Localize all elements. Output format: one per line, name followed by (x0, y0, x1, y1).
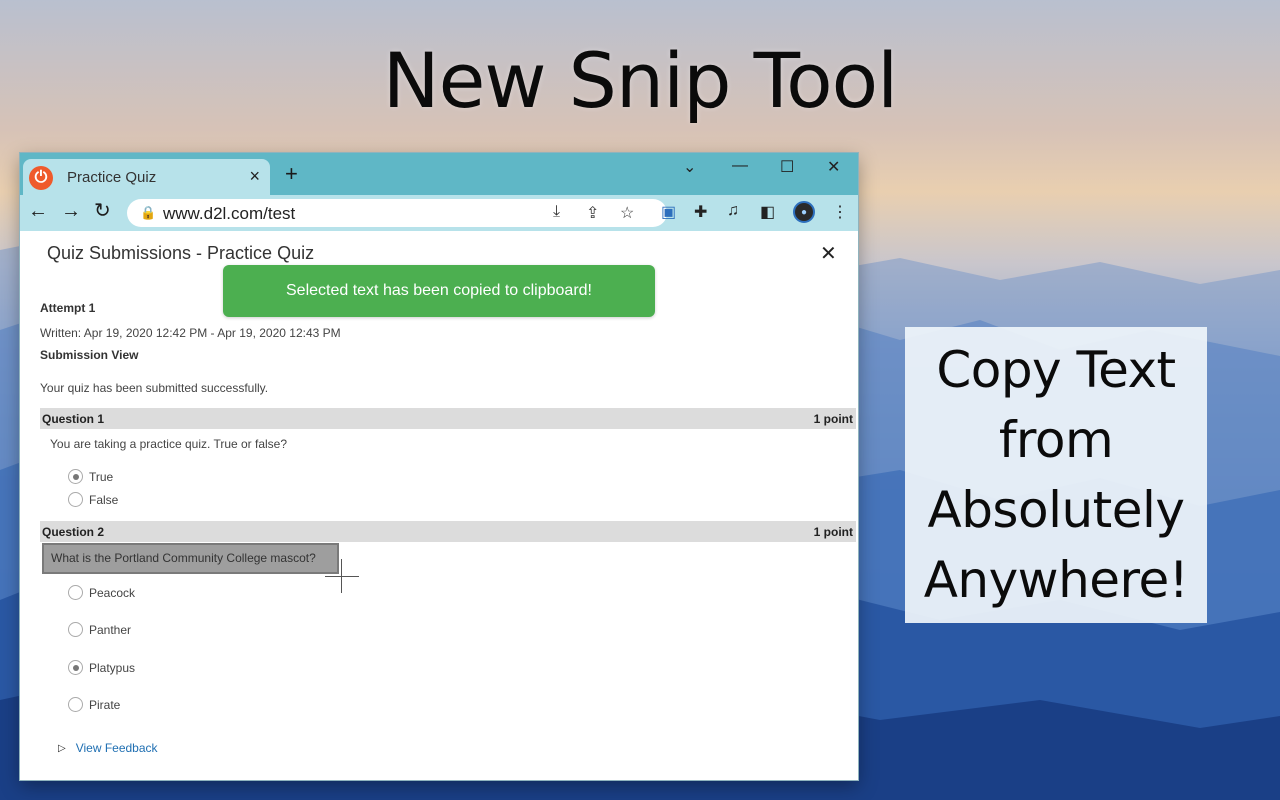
crosshair-cursor-vertical (341, 559, 342, 593)
snip-selected-question-2-text[interactable]: What is the Portland Community College m… (42, 543, 339, 574)
promo-line: Copy Text (936, 341, 1176, 399)
question-label: Question 1 (42, 412, 105, 426)
profile-icon[interactable]: ● (793, 201, 815, 223)
copied-toast: Selected text has been copied to clipboa… (223, 265, 655, 317)
written-date: Written: Apr 19, 2020 12:42 PM - Apr 19,… (40, 326, 341, 340)
url-text: www.d2l.com/test (163, 204, 296, 223)
translate-extension-icon[interactable]: ▣ (661, 202, 676, 222)
question-1-header: Question 1 1 point (40, 408, 856, 429)
share-icon[interactable]: ⇪ (586, 203, 599, 223)
option-false[interactable]: False (68, 492, 118, 507)
headline-title: New Snip Tool (382, 36, 898, 125)
tab-bar: ⏻ Practice Quiz × + ⌄ — ☐ ✕ (20, 153, 858, 195)
browser-window: ⏻ Practice Quiz × + ⌄ — ☐ ✕ ← → ↻ 🔒 www.… (20, 153, 858, 780)
reload-icon[interactable]: ↻ (94, 201, 111, 221)
option-label: True (89, 469, 114, 484)
address-bar[interactable]: 🔒 www.d2l.com/test ⤓ ⇪ ☆ (127, 199, 667, 227)
radio-selected[interactable] (68, 469, 83, 484)
option-platypus[interactable]: Platypus (68, 660, 135, 675)
option-pirate[interactable]: Pirate (68, 697, 120, 712)
lock-icon: 🔒 (140, 205, 157, 220)
expand-triangle-icon: ▷ (58, 742, 66, 754)
view-feedback-label: View Feedback (75, 741, 158, 755)
submission-view-label: Submission View (40, 348, 139, 362)
minimize-icon[interactable]: — (732, 157, 748, 175)
window-close-icon[interactable]: ✕ (827, 157, 840, 177)
media-icon[interactable]: ♫ (727, 202, 739, 220)
promo-line: Anywhere! (923, 551, 1189, 609)
promo-line: from (998, 411, 1114, 469)
radio-unselected[interactable] (68, 492, 83, 507)
option-label: Peacock (89, 585, 136, 600)
option-label: Panther (89, 622, 132, 637)
question-label: Question 2 (42, 525, 105, 539)
promo-panel: Copy Text from Absolutely Anywhere! (905, 327, 1207, 623)
question-points: 1 point (813, 525, 853, 539)
option-label: False (89, 492, 119, 507)
new-tab-button[interactable]: + (285, 163, 298, 185)
menu-icon[interactable]: ⋮ (832, 202, 848, 222)
page-content: Quiz Submissions - Practice Quiz ✕ Selec… (20, 231, 858, 780)
option-true[interactable]: True (68, 469, 113, 484)
question-1-text: You are taking a practice quiz. True or … (50, 437, 288, 451)
view-feedback-link[interactable]: ▷ View Feedback (58, 741, 158, 755)
radio-unselected[interactable] (68, 585, 83, 600)
maximize-icon[interactable]: ☐ (780, 157, 794, 177)
download-icon[interactable]: ⤓ (553, 203, 560, 221)
sidepanel-icon[interactable]: ◧ (760, 202, 775, 222)
browser-toolbar: ← → ↻ 🔒 www.d2l.com/test ⤓ ⇪ ☆ ▣ ✚ ♫ ◧ ●… (20, 195, 858, 231)
question-points: 1 point (813, 412, 853, 426)
attempt-label: Attempt 1 (40, 301, 96, 315)
tab-title: Practice Quiz (67, 169, 157, 186)
radio-unselected[interactable] (68, 697, 83, 712)
submitted-message: Your quiz has been submitted successfull… (40, 381, 269, 395)
radio-selected[interactable] (68, 660, 83, 675)
snip-tool-favicon-icon: ⏻ (29, 166, 53, 190)
tab-practice-quiz[interactable]: ⏻ Practice Quiz × (23, 159, 270, 195)
option-label: Pirate (89, 697, 121, 712)
radio-unselected[interactable] (68, 622, 83, 637)
question-2-header: Question 2 1 point (40, 521, 856, 542)
tab-search-chevron-icon[interactable]: ⌄ (683, 157, 696, 177)
dialog-title: Quiz Submissions - Practice Quiz (47, 243, 315, 263)
back-icon[interactable]: ← (28, 201, 48, 221)
crosshair-cursor-icon (325, 576, 359, 577)
puzzle-icon[interactable]: ✚ (694, 202, 707, 222)
promo-line: Absolutely (927, 481, 1185, 539)
star-icon[interactable]: ☆ (620, 203, 634, 223)
option-peacock[interactable]: Peacock (68, 585, 135, 600)
forward-icon[interactable]: → (61, 201, 81, 221)
dialog-close-icon[interactable]: ✕ (820, 241, 837, 266)
option-label: Platypus (89, 660, 136, 675)
option-panther[interactable]: Panther (68, 622, 131, 637)
tab-close-icon[interactable]: × (249, 166, 260, 187)
